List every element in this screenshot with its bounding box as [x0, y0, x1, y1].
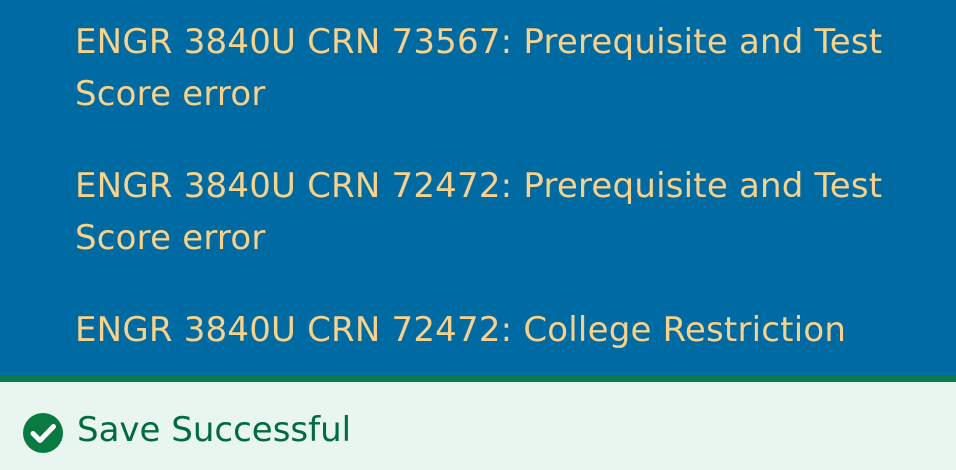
notification-divider [0, 375, 956, 382]
registration-error-item: ENGR 3840U CRN 72472: Prerequisite and T… [75, 166, 883, 258]
registration-error-item: ENGR 3840U CRN 73567: Prerequisite and T… [75, 22, 883, 114]
check-circle-icon [23, 413, 63, 453]
registration-messages-page: ENGR 3840U CRN 73567: Prerequisite and T… [0, 0, 956, 470]
registration-error-item: ENGR 3840U CRN 72472: College Restrictio… [75, 310, 847, 350]
error-message-panel: ENGR 3840U CRN 73567: Prerequisite and T… [0, 0, 956, 375]
save-success-message: Save Successful [77, 410, 352, 450]
